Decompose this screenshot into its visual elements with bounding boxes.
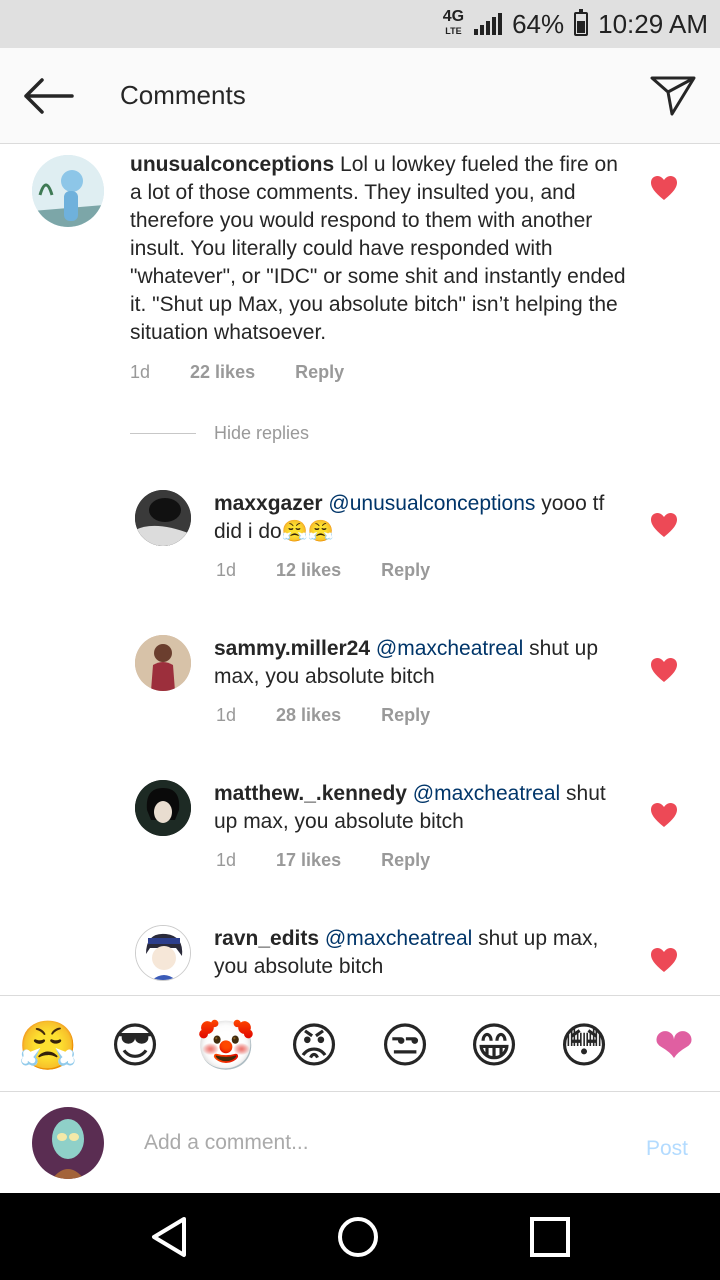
likes-count[interactable]: 22 likes bbox=[190, 362, 255, 383]
recents-square-icon[interactable] bbox=[526, 1213, 574, 1261]
heart-icon[interactable] bbox=[650, 947, 678, 973]
back-button[interactable] bbox=[20, 74, 76, 118]
status-bar: 4G LTE 64% 10:29 AM bbox=[0, 0, 720, 48]
signal-icon bbox=[474, 13, 503, 35]
reply-body: ravn_edits @maxcheatreal shut up max, yo… bbox=[214, 925, 634, 981]
reply-username[interactable]: ravn_edits bbox=[214, 927, 319, 950]
emoji-heart-icon[interactable]: ❤ bbox=[646, 1018, 702, 1074]
likes-count[interactable]: 28 likes bbox=[276, 705, 341, 726]
avatar bbox=[32, 1107, 104, 1179]
reply-body: maxxgazer @unusualconceptions yooo tf di… bbox=[214, 490, 634, 546]
battery-icon bbox=[574, 9, 589, 36]
reply-item: matthew._.kennedy @maxcheatreal shut up … bbox=[0, 775, 720, 895]
comment-username[interactable]: unusualconceptions bbox=[130, 153, 334, 176]
reply-button[interactable]: Reply bbox=[381, 560, 430, 581]
avatar[interactable] bbox=[32, 155, 104, 227]
hide-replies-label: Hide replies bbox=[214, 423, 310, 443]
reply-username[interactable]: matthew._.kennedy bbox=[214, 782, 407, 805]
heart-icon[interactable] bbox=[650, 175, 678, 201]
mention-link[interactable]: @maxcheatreal bbox=[376, 637, 523, 660]
reply-button[interactable]: Reply bbox=[381, 850, 430, 871]
heart-icon[interactable] bbox=[650, 802, 678, 828]
avatar[interactable] bbox=[135, 490, 191, 546]
reply-button[interactable]: Reply bbox=[295, 362, 344, 383]
emoji-grin-icon[interactable]: 😁 bbox=[466, 1018, 522, 1074]
clock: 10:29 AM bbox=[598, 8, 708, 39]
emoji-clown-icon[interactable]: 🤡 bbox=[196, 1018, 256, 1074]
emoji-angry-icon[interactable]: 😡 bbox=[286, 1018, 342, 1074]
mention-link[interactable]: @unusualconceptions bbox=[328, 492, 535, 515]
emoji-unamused-icon[interactable]: 😒 bbox=[377, 1018, 433, 1074]
share-button[interactable] bbox=[648, 70, 698, 120]
back-triangle-icon[interactable] bbox=[146, 1213, 194, 1261]
likes-count[interactable]: 17 likes bbox=[276, 850, 341, 871]
battery-percent: 64% bbox=[512, 8, 565, 39]
reply-item: sammy.miller24 @maxcheatreal shut up max… bbox=[0, 630, 720, 750]
mention-link[interactable]: @maxcheatreal bbox=[413, 782, 560, 805]
post-button[interactable]: Post bbox=[646, 1137, 688, 1161]
reply-body: sammy.miller24 @maxcheatreal shut up max… bbox=[214, 635, 634, 691]
reply-meta: 1d 12 likes Reply bbox=[216, 560, 470, 581]
likes-count[interactable]: 12 likes bbox=[276, 560, 341, 581]
hide-replies-toggle[interactable]: Hide replies bbox=[130, 423, 309, 444]
emoji-sunglasses-icon[interactable]: 😎 bbox=[107, 1018, 163, 1074]
comment-composer: Post bbox=[0, 1093, 720, 1193]
reply-item: maxxgazer @unusualconceptions yooo tf di… bbox=[0, 485, 720, 605]
reply-item: ravn_edits @maxcheatreal shut up max, yo… bbox=[0, 920, 720, 995]
comment-input[interactable] bbox=[144, 1125, 614, 1161]
reply-button[interactable]: Reply bbox=[381, 705, 430, 726]
network-indicator: 4G LTE bbox=[442, 8, 465, 37]
comment-body: unusualconceptions Lol u lowkey fueled t… bbox=[130, 151, 630, 347]
mention-link[interactable]: @maxcheatreal bbox=[325, 927, 472, 950]
heart-icon[interactable] bbox=[650, 512, 678, 538]
emoji-bar: 😤 😎 🤡 😡 😒 😁 😳 ❤ bbox=[0, 995, 720, 1092]
avatar[interactable] bbox=[135, 780, 191, 836]
reply-username[interactable]: sammy.miller24 bbox=[214, 637, 370, 660]
arrow-left-icon bbox=[24, 78, 74, 114]
send-icon bbox=[650, 76, 696, 116]
reply-meta: 1d 17 likes Reply bbox=[216, 850, 470, 871]
comment-text: Lol u lowkey fueled the fire on a lot of… bbox=[130, 153, 626, 344]
reply-username[interactable]: maxxgazer bbox=[214, 492, 323, 515]
heart-icon[interactable] bbox=[650, 657, 678, 683]
comment-main: unusualconceptions Lol u lowkey fueled t… bbox=[0, 145, 720, 405]
reply-age: 1d bbox=[216, 850, 237, 870]
comment-age: 1d bbox=[130, 362, 151, 382]
divider bbox=[130, 433, 196, 434]
reply-age: 1d bbox=[216, 705, 237, 725]
avatar[interactable] bbox=[135, 635, 191, 691]
reply-body: matthew._.kennedy @maxcheatreal shut up … bbox=[214, 780, 634, 836]
emoji-steam-icon[interactable]: 😤 bbox=[18, 1018, 78, 1074]
reply-meta: 1d 28 likes Reply bbox=[216, 705, 470, 726]
app-header: Comments bbox=[0, 48, 720, 144]
reply-age: 1d bbox=[216, 560, 237, 580]
avatar[interactable] bbox=[135, 925, 191, 981]
comment-meta: 1d 22 likes Reply bbox=[130, 362, 384, 383]
home-circle-icon[interactable] bbox=[334, 1213, 382, 1261]
comments-list[interactable]: unusualconceptions Lol u lowkey fueled t… bbox=[0, 145, 720, 995]
emoji-flushed-icon[interactable]: 😳 bbox=[556, 1018, 612, 1074]
system-nav-bar bbox=[0, 1193, 720, 1280]
page-title: Comments bbox=[120, 80, 246, 110]
